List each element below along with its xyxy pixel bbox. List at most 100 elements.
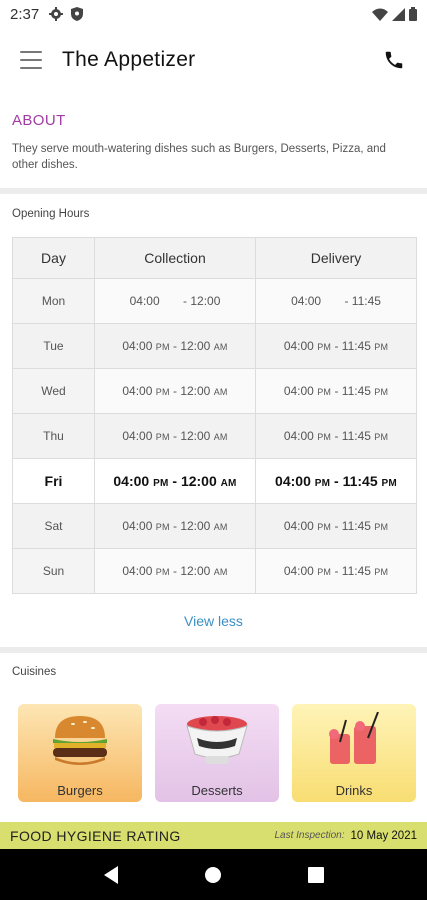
time-open: 04:00 (283, 384, 314, 398)
day-cell: Sun (12, 548, 95, 594)
time-open: 04:00 (283, 429, 314, 443)
time-open: 04:00 (122, 519, 153, 533)
delivery-cell: 04:00 PM - 11:45 PM (255, 368, 417, 414)
ampm-close: PM (374, 432, 389, 442)
time-open: 04:00 (283, 519, 314, 533)
section-divider (0, 647, 427, 653)
shield-icon (71, 7, 84, 21)
collection-cell: 04:00 PM - 12:00 AM (94, 413, 256, 459)
header-day: Day (12, 237, 95, 279)
time-close: - 11:45 (334, 429, 371, 443)
food-hygiene-bar[interactable]: FOOD HYGIENE RATING Last Inspection: 10 … (0, 822, 427, 849)
ampm-open: PM (155, 567, 170, 577)
time-open: 04:00 (122, 429, 153, 443)
time-open: 04:00 (122, 564, 153, 578)
opening-hours-section: Opening Hours Day Collection Delivery Mo… (0, 195, 427, 647)
ampm-close: AM (213, 342, 228, 352)
table-row: Wed 04:00 PM - 12:00 AM 04:00 PM - 11:45 P… (12, 368, 417, 414)
header-delivery: Delivery (255, 237, 417, 279)
opening-hours-table: Day Collection Delivery Mon 04:00 - 12:00… (12, 237, 417, 594)
delivery-cell: 04:00 PM - 11:45 PM (255, 458, 417, 504)
ampm-close: PM (374, 342, 389, 352)
day-cell: Fri (12, 458, 95, 504)
cuisine-card-desserts[interactable]: Desserts (155, 704, 279, 802)
day-cell: Mon (12, 278, 95, 324)
cuisines-section: Cuisines Burgers Desserts Drinks (0, 654, 427, 816)
phone-icon[interactable] (381, 47, 407, 73)
cuisine-cards: Burgers Desserts Drinks (18, 704, 416, 802)
cuisine-card-drinks[interactable]: Drinks (292, 704, 416, 802)
delivery-cell: 04:00 PM - 11:45 PM (255, 323, 417, 369)
battery-icon (409, 7, 417, 21)
food-hygiene-title: FOOD HYGIENE RATING (10, 827, 181, 844)
back-icon[interactable] (96, 860, 126, 890)
delivery-cell: 04:00 PM - 11:45 PM (255, 503, 417, 549)
wifi-icon (372, 8, 388, 21)
section-divider (0, 188, 427, 194)
ampm-close: PM (374, 567, 389, 577)
ampm-open: PM (155, 522, 170, 532)
last-inspection-label: Last Inspection: (274, 830, 345, 841)
day-cell: Wed (12, 368, 95, 414)
time-open: 04:00 (291, 294, 322, 308)
time-open: 04:00 (122, 339, 153, 353)
time-close: - 11:45 (334, 519, 371, 533)
ampm-close: AM (220, 478, 237, 489)
drinks-icon (329, 712, 379, 764)
collection-cell: 04:00 PM - 12:00 AM (94, 323, 256, 369)
collection-cell: 04:00 - 12:00 (94, 278, 256, 324)
table-header-row: Day Collection Delivery (12, 237, 417, 279)
delivery-cell: 04:00 PM - 11:45 PM (255, 548, 417, 594)
day-cell: Thu (12, 413, 95, 459)
time-open: 04:00 (283, 564, 314, 578)
time-close: - 12:00 (183, 294, 221, 308)
delivery-cell: 04:00 - 11:45 (255, 278, 417, 324)
ampm-open: PM (153, 478, 169, 489)
collection-cell: 04:00 PM - 12:00 AM (94, 458, 256, 504)
table-row: Sun 04:00 PM - 12:00 AM 04:00 PM - 11:45 P… (12, 548, 417, 594)
table-row: Mon 04:00 - 12:00 04:00 - 11:45 (12, 278, 417, 324)
cuisines-label: Cuisines (12, 666, 57, 678)
ampm-close: AM (213, 432, 228, 442)
time-open: 04:00 (129, 294, 160, 308)
ampm-open: PM (317, 522, 332, 532)
menu-icon[interactable] (20, 51, 42, 69)
time-close: - 11:45 (334, 339, 371, 353)
time-close: - 11:45 (334, 564, 371, 578)
ampm-open: PM (155, 387, 170, 397)
view-less-link[interactable]: View less (0, 613, 427, 629)
ampm-close: AM (213, 522, 228, 532)
time-close: - 12:00 (172, 473, 217, 489)
day-cell: Sat (12, 503, 95, 549)
about-heading: ABOUT (12, 112, 66, 129)
ampm-open: PM (314, 478, 331, 489)
time-close: - 12:00 (173, 339, 211, 353)
settings-gear-icon (49, 7, 64, 21)
last-inspection-date: 10 May 2021 (350, 829, 418, 842)
time-open: 04:00 (113, 473, 150, 489)
table-row: Tue 04:00 PM - 12:00 AM 04:00 PM - 11:45 P… (12, 323, 417, 369)
ampm-close: AM (213, 387, 228, 397)
collection-cell: 04:00 PM - 12:00 AM (94, 368, 256, 414)
time-open: 04:00 (275, 473, 311, 489)
recents-icon[interactable] (301, 860, 331, 890)
time-close: - 11:45 (334, 473, 378, 489)
ampm-open: PM (317, 567, 332, 577)
time-open: 04:00 (122, 384, 153, 398)
home-icon[interactable] (198, 860, 228, 890)
ampm-open: PM (317, 342, 332, 352)
time-close: - 11:45 (344, 294, 381, 308)
time-close: - 12:00 (173, 429, 211, 443)
system-nav-bar (0, 849, 427, 900)
about-text: They serve mouth-watering dishes such as… (12, 143, 386, 171)
opening-hours-label: Opening Hours (12, 208, 90, 220)
cuisine-label-desserts: Desserts (191, 783, 243, 798)
time-close: - 12:00 (173, 564, 211, 578)
ampm-open: PM (155, 432, 170, 442)
time-open: 04:00 (283, 339, 314, 353)
ampm-close: PM (374, 522, 389, 532)
cuisine-card-burgers[interactable]: Burgers (18, 704, 142, 802)
ampm-open: PM (317, 387, 332, 397)
table-row: Thu 04:00 PM - 12:00 AM 04:00 PM - 11:45 P… (12, 413, 417, 459)
collection-cell: 04:00 PM - 12:00 AM (94, 548, 256, 594)
